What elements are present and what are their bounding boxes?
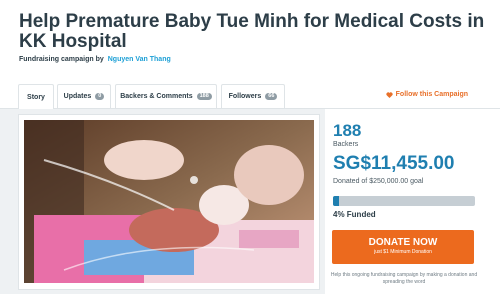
heart-icon (386, 91, 393, 98)
donate-label: DONATE NOW (368, 237, 438, 248)
backers-count-badge: 188 (196, 93, 212, 100)
funded-percent-label: 4% Funded (333, 210, 376, 219)
funding-progress-bar (333, 196, 475, 206)
tab-followers-label: Followers (228, 93, 262, 100)
follow-label: Follow this Campaign (395, 91, 468, 98)
byline-prefix: Fundraising campaign by (19, 56, 104, 63)
backers-count: 188 (333, 121, 362, 140)
followers-count-badge: 66 (265, 93, 278, 100)
byline: Fundraising campaign by Nguyen Van Thang (19, 56, 171, 63)
campaign-title: Help Premature Baby Tue Minh for Medical… (19, 11, 485, 52)
tab-backers-label: Backers & Comments (120, 93, 193, 100)
updates-count-badge: 0 (95, 93, 105, 100)
campaign-stats-panel: 188 Backers SG$11,455.00 Donated of $250… (325, 109, 500, 294)
goal-text: Donated of $250,000.00 goal (333, 178, 424, 185)
backers-label: Backers (333, 141, 359, 148)
tab-updates[interactable]: Updates 0 (57, 84, 111, 108)
tab-story-label: Story (27, 93, 45, 101)
funding-progress-fill (333, 196, 339, 206)
campaign-photo (24, 120, 314, 283)
donation-footnote: Help this ongoing fundraising campaign b… (330, 272, 478, 285)
donate-sublabel: just $1 Minimum Donation (374, 249, 432, 255)
donate-now-button[interactable]: DONATE NOW just $1 Minimum Donation (332, 230, 474, 264)
campaign-media-card (18, 114, 320, 290)
amount-raised: SG$11,455.00 (333, 153, 455, 174)
tab-followers[interactable]: Followers 66 (221, 84, 285, 108)
author-link[interactable]: Nguyen Van Thang (108, 56, 171, 63)
baby-incubator-image (24, 120, 314, 283)
tab-backers-comments[interactable]: Backers & Comments 188 (115, 84, 217, 108)
tab-story[interactable]: Story (18, 84, 54, 109)
tab-updates-label: Updates (63, 93, 92, 100)
follow-campaign-link[interactable]: Follow this Campaign (386, 91, 468, 98)
